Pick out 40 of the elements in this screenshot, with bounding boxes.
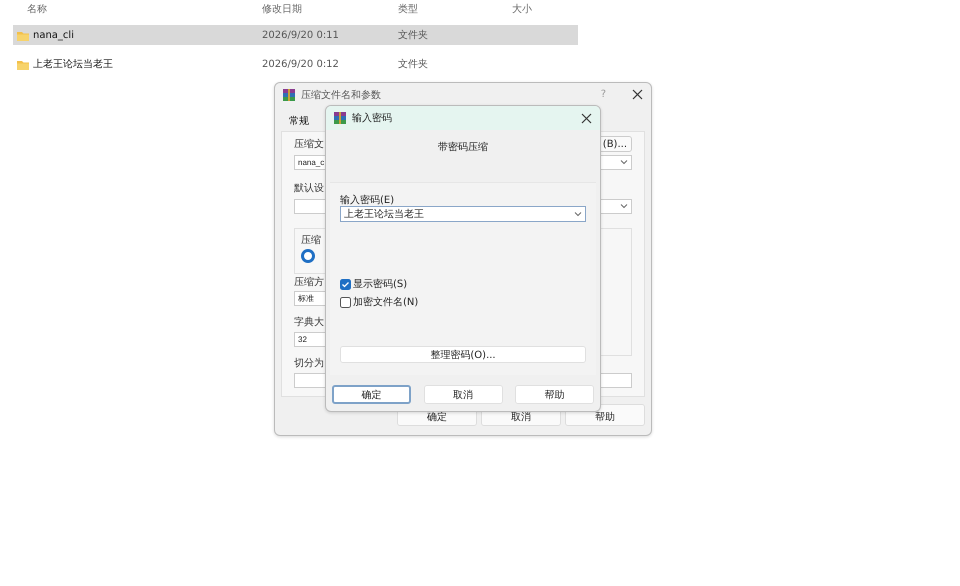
checkbox-label: 显示密码(S)	[353, 278, 408, 291]
close-icon[interactable]	[581, 112, 592, 124]
column-header[interactable]: 类型	[398, 2, 512, 16]
dialog-button[interactable]: 帮助	[515, 385, 594, 404]
file-name: nana_cli	[33, 30, 75, 40]
password-field[interactable]: 上老王论坛当老王	[340, 206, 586, 222]
field-label: 压缩方	[294, 276, 324, 289]
window-title: 压缩文件名和参数	[301, 88, 382, 102]
column-header[interactable]: 大小	[512, 2, 572, 16]
radio-button[interactable]	[301, 248, 315, 263]
column-header[interactable]: 修改日期	[262, 2, 398, 16]
checkbox[interactable]	[340, 278, 351, 290]
field-label: 压缩文	[294, 138, 324, 151]
file-row[interactable]: 上老王论坛当老王 2026/9/20 0:12 文件夹	[13, 54, 578, 74]
checkbox[interactable]	[340, 296, 351, 308]
file-row[interactable]: nana_cli 2026/9/20 0:11 文件夹	[13, 25, 578, 45]
field-label: 切分为	[294, 356, 324, 370]
tab[interactable]: 常规	[285, 114, 313, 128]
field-label: 输入密码(E)	[340, 194, 396, 205]
field-label: 默认设	[294, 182, 324, 195]
file-name: 上老王论坛当老王	[33, 58, 114, 71]
file-type: 文件夹	[398, 58, 429, 71]
dialog-button[interactable]: 确定	[332, 385, 411, 404]
organize-passwords-button[interactable]: 整理密码(O)...	[340, 346, 586, 363]
checkbox-label: 加密文件名(N)	[353, 296, 418, 309]
column-header[interactable]: 名称	[27, 2, 262, 16]
chevron-down-icon	[620, 159, 628, 166]
app-icon	[283, 88, 295, 100]
chevron-down-icon	[620, 203, 628, 210]
chevron-down-icon	[574, 211, 582, 217]
window-title: 输入密码	[352, 112, 393, 125]
dialog-button[interactable]: 取消	[424, 385, 502, 404]
modified-date: 2026/9/20 0:12	[262, 58, 340, 70]
app-icon	[334, 112, 346, 124]
modified-date: 2026/9/20 0:11	[262, 30, 340, 40]
group-label: 压缩	[301, 234, 322, 246]
close-icon[interactable]	[632, 89, 643, 100]
field-label: 字典大	[294, 316, 324, 330]
dialog-heading: 带密码压缩	[437, 140, 489, 155]
file-type: 文件夹	[398, 28, 429, 42]
